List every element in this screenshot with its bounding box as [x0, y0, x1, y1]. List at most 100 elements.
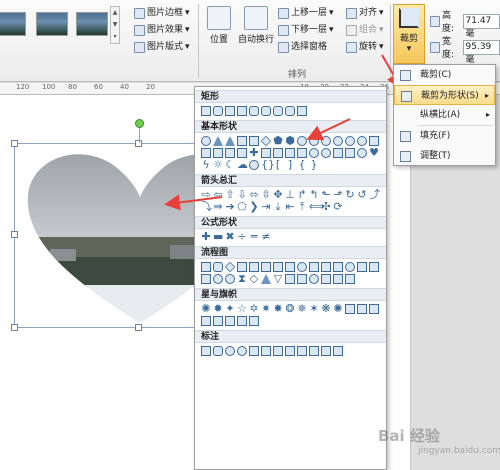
bevel-shape[interactable]	[297, 148, 307, 158]
line-callout-3-shape[interactable]	[273, 346, 283, 356]
flowchart-multidocument-shape[interactable]	[285, 262, 295, 272]
cloud-callout-shape[interactable]	[237, 346, 247, 356]
can-shape[interactable]	[273, 148, 283, 158]
lightning-bolt-shape[interactable]: ϟ	[201, 159, 211, 170]
up-ribbon-shape[interactable]	[345, 304, 355, 314]
flowchart-sequential-access-shape[interactable]	[309, 274, 319, 284]
star-4-shape[interactable]: ✦	[225, 303, 235, 314]
star-10-shape[interactable]: ❂	[285, 303, 295, 314]
plus-shape[interactable]: ✚	[201, 231, 211, 242]
left-right-arrow-callout-shape[interactable]: ⟺	[309, 201, 325, 212]
flowchart-off-page-connector-shape[interactable]	[357, 262, 367, 272]
rounded-rectangle-shape[interactable]	[213, 106, 223, 116]
equal-shape[interactable]: ═	[249, 231, 259, 242]
rotate-button[interactable]: 旋转 ▾	[346, 40, 384, 55]
star-32-shape[interactable]: ✺	[333, 303, 343, 314]
left-up-arrow-shape[interactable]: ⬑	[321, 189, 331, 200]
left-arrow-shape[interactable]: ⇦	[213, 189, 223, 200]
resize-handle-nw[interactable]	[11, 140, 18, 147]
heart-shape[interactable]: ♥	[369, 147, 379, 158]
quad-arrow-callout-shape[interactable]: ✣	[321, 201, 331, 212]
left-right-arrow-shape[interactable]: ⬄	[249, 189, 259, 200]
double-wave-shape[interactable]	[249, 316, 259, 326]
chord-shape[interactable]	[357, 136, 367, 146]
vertical-scroll-shape[interactable]	[213, 316, 223, 326]
moon-shape[interactable]: ☾	[225, 159, 235, 170]
wave-shape[interactable]	[237, 316, 247, 326]
left-bracket-shape[interactable]: ]	[285, 159, 295, 170]
smiley-face-shape[interactable]	[357, 148, 367, 158]
line-callout-no-border-shape[interactable]	[321, 346, 331, 356]
gallery-scroll[interactable]: ▲ ▼ ▾	[110, 6, 120, 44]
curved-up-ribbon-shape[interactable]	[369, 304, 379, 314]
diamond-shape[interactable]	[260, 135, 272, 147]
up-arrow-shape[interactable]: ⇧	[225, 189, 235, 200]
half-frame-shape[interactable]	[213, 148, 223, 158]
rounded-rectangular-callout-shape[interactable]	[213, 346, 223, 356]
bent-up-arrow-shape[interactable]: ⬏	[333, 189, 343, 200]
menu-item-crop[interactable]: 裁剪(C)	[394, 65, 495, 85]
not-equal-shape[interactable]: ≠	[261, 231, 271, 242]
octagon-shape[interactable]	[309, 136, 319, 146]
line-callout-2-shape[interactable]	[261, 346, 271, 356]
flowchart-summing-junction-shape[interactable]	[213, 274, 223, 284]
decagon-shape[interactable]	[321, 136, 331, 146]
round-corner-shape[interactable]	[249, 106, 259, 116]
flowchart-terminator-shape[interactable]	[297, 262, 307, 272]
line-callout-4-shape[interactable]	[285, 346, 295, 356]
right-bracket-shape[interactable]: {	[297, 159, 307, 170]
flowchart-data-shape[interactable]	[237, 262, 247, 272]
right-arrow-shape[interactable]: ⇨	[201, 189, 211, 200]
selection-pane-button[interactable]: 选择窗格	[278, 40, 327, 55]
flowchart-or-shape[interactable]	[225, 274, 235, 284]
flowchart-stored-data-shape[interactable]	[285, 274, 295, 284]
flowchart-manual-operation-shape[interactable]	[333, 262, 343, 272]
cross-shape[interactable]: ✚	[249, 147, 259, 158]
flowchart-collate-shape[interactable]: ⧗	[237, 273, 247, 284]
up-arrow-callout-shape[interactable]: ⤒	[297, 201, 307, 212]
no-symbol-shape[interactable]	[321, 148, 331, 158]
dodecagon-shape[interactable]	[333, 136, 343, 146]
flowchart-delay-shape[interactable]	[297, 274, 307, 284]
cloud-shape[interactable]: ☁	[237, 159, 248, 170]
multiply-shape[interactable]: ✖	[225, 231, 235, 242]
minus-shape[interactable]: ▬	[213, 231, 223, 242]
bring-forward-button[interactable]: 上移一层 ▾	[278, 6, 334, 21]
flowchart-connector-shape[interactable]	[345, 262, 355, 272]
circular-arrow-shape[interactable]: ⟳	[333, 201, 343, 212]
line-callout-border-shape[interactable]	[309, 346, 319, 356]
rotation-handle[interactable]	[135, 119, 144, 128]
frame-shape[interactable]	[201, 148, 211, 158]
down-arrow-callout-shape[interactable]: ⤓	[273, 201, 283, 212]
flowchart-alternate-process-shape[interactable]	[213, 262, 223, 272]
flowchart-display-shape[interactable]	[345, 274, 355, 284]
height-input[interactable]: 71.47 毫	[462, 13, 500, 39]
round-corner-shape[interactable]	[273, 106, 283, 116]
left-brace-shape[interactable]: }	[309, 159, 319, 170]
flowchart-sort-shape[interactable]: ◇	[249, 273, 259, 284]
picture-style-thumb-2[interactable]	[36, 12, 68, 36]
flowchart-direct-access-shape[interactable]	[333, 274, 343, 284]
teardrop-shape[interactable]	[369, 136, 379, 146]
down-arrow-shape[interactable]: ⇩	[237, 189, 247, 200]
flowchart-magnetic-disk-shape[interactable]	[321, 274, 331, 284]
curved-right-arrow-shape[interactable]: ↻	[345, 189, 355, 200]
curved-down-arrow-shape[interactable]: ⤵	[201, 201, 212, 212]
explosion-1-shape[interactable]: ✺	[201, 303, 211, 314]
send-backward-button[interactable]: 下移一层 ▾	[278, 23, 334, 38]
star-7-shape[interactable]: ✷	[261, 303, 271, 314]
left-right-up-arrow-shape[interactable]: ⊥	[285, 189, 295, 200]
menu-item-aspect-ratio[interactable]: 纵横比(A) ▸	[394, 105, 495, 125]
cube-shape[interactable]	[285, 148, 295, 158]
curved-down-ribbon-shape[interactable]	[201, 316, 211, 326]
position-button[interactable]: 位置	[204, 6, 234, 45]
picture-style-thumb-1[interactable]	[0, 12, 26, 36]
notched-right-arrow-shape[interactable]: ➔	[225, 201, 235, 212]
double-bracket-shape[interactable]: {}	[261, 159, 275, 170]
menu-item-fit[interactable]: 调整(T)	[394, 146, 495, 166]
round-corner-shape[interactable]	[285, 106, 295, 116]
striped-right-arrow-shape[interactable]: ⇛	[213, 201, 223, 212]
l-shape[interactable]	[225, 148, 235, 158]
chevron-shape[interactable]: ❯	[249, 201, 259, 212]
block-arc-shape[interactable]	[333, 148, 343, 158]
